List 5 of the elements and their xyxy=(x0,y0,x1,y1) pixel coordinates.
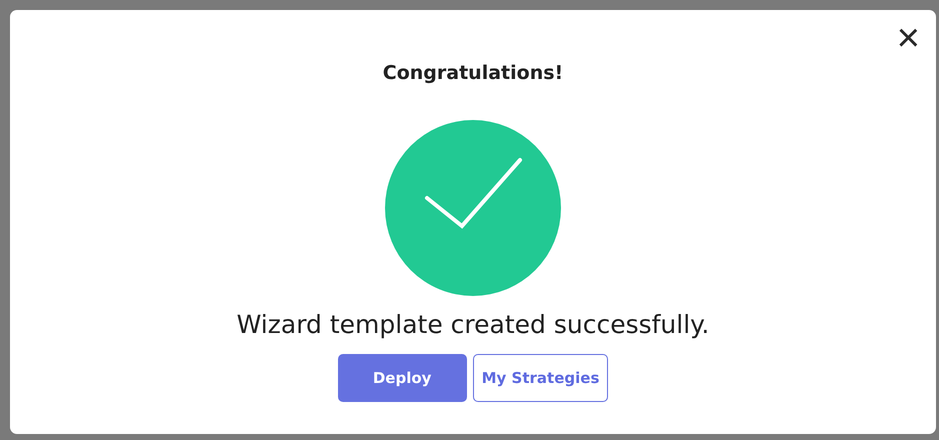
deploy-button[interactable]: Deploy xyxy=(338,354,467,402)
dialog-title: Congratulations! xyxy=(382,62,564,84)
success-message: Wizard template created successfully. xyxy=(236,310,710,339)
strategies-button[interactable]: My Strategies xyxy=(472,354,608,402)
close-button[interactable]: × xyxy=(892,20,924,56)
